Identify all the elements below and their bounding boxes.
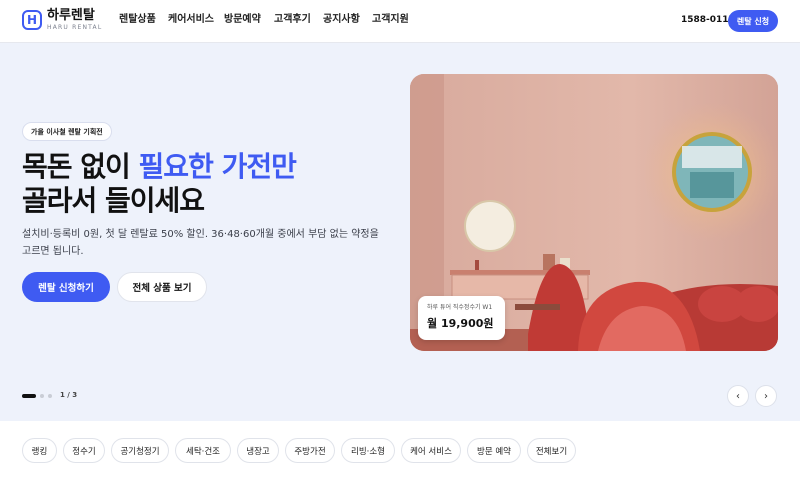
headline-line-2: 골라서 들이세요 — [22, 184, 205, 217]
category-chip-air-purifier[interactable]: 공기청정기 — [111, 438, 169, 463]
nav-notices[interactable]: 공지사항 — [323, 14, 360, 26]
phone-number: 1588-0117 — [681, 15, 735, 25]
category-chip-ranking[interactable]: 랭킹 — [22, 438, 57, 463]
category-chip-living[interactable]: 리빙·소형 — [341, 438, 395, 463]
headline-part: 목돈 없이 — [22, 150, 139, 183]
category-chip-visit-booking[interactable]: 방문 예약 — [467, 438, 521, 463]
brand-name[interactable]: 하루렌탈 — [47, 9, 95, 23]
nav-care-service[interactable]: 케어서비스 — [168, 14, 214, 26]
nav-visit-booking[interactable]: 방문예약 — [224, 14, 261, 26]
slide-counter: 1 / 3 — [60, 391, 78, 399]
hero-subcopy: 설치비·등록비 0원, 첫 달 렌탈료 50% 할인. 36·48·60개월 중… — [22, 229, 379, 257]
chevron-left-icon: ‹ — [736, 390, 740, 402]
brand-subtitle: HARU RENTAL — [47, 24, 103, 31]
slide-dot-2[interactable] — [40, 394, 44, 398]
rental-apply-button[interactable]: 렌탈 신청하기 — [22, 272, 110, 302]
nav-support[interactable]: 고객지원 — [372, 14, 409, 26]
top-header: H 하루렌탈 HARU RENTAL 렌탈상품 케어서비스 방문예약 고객후기 … — [0, 0, 800, 43]
category-chip-kitchen[interactable]: 주방가전 — [285, 438, 335, 463]
slide-dot-1[interactable] — [22, 394, 36, 398]
category-chip-care-service[interactable]: 케어 서비스 — [401, 438, 461, 463]
view-all-products-button[interactable]: 전체 상품 보기 — [117, 272, 207, 302]
monthly-price: 월 19,900원 — [427, 317, 494, 330]
slide-next-button[interactable]: › — [755, 385, 777, 407]
nav-rental-products[interactable]: 렌탈상품 — [119, 14, 156, 26]
product-name: 하루 튜어 직수정수기 W1 — [427, 304, 493, 311]
slide-prev-button[interactable]: ‹ — [727, 385, 749, 407]
promo-badge: 가을 이사철 렌탈 기획전 — [22, 122, 112, 141]
category-strip: 랭킹 정수기 공기청정기 세탁·건조 냉장고 주방가전 리빙·소형 케어 서비스… — [0, 421, 800, 500]
category-chip-fridge[interactable]: 냉장고 — [237, 438, 279, 463]
slide-dot-3[interactable] — [48, 394, 52, 398]
category-chip-laundry[interactable]: 세탁·건조 — [175, 438, 231, 463]
category-chip-view-all[interactable]: 전체보기 — [527, 438, 576, 463]
nav-reviews[interactable]: 고객후기 — [274, 14, 311, 26]
header-rental-apply-button[interactable]: 렌탈 신청 — [728, 10, 778, 32]
headline-accent: 필요한 가전만 — [138, 150, 297, 183]
category-chip-water-purifier[interactable]: 정수기 — [63, 438, 105, 463]
hero-headline: 목돈 없이 필요한 가전만 골라서 들이세요 — [22, 150, 297, 218]
chevron-right-icon: › — [764, 390, 768, 402]
product-price-card[interactable]: 하루 튜어 직수정수기 W1 월 19,900원 — [418, 296, 505, 340]
brand-logo-icon[interactable]: H — [22, 10, 42, 30]
